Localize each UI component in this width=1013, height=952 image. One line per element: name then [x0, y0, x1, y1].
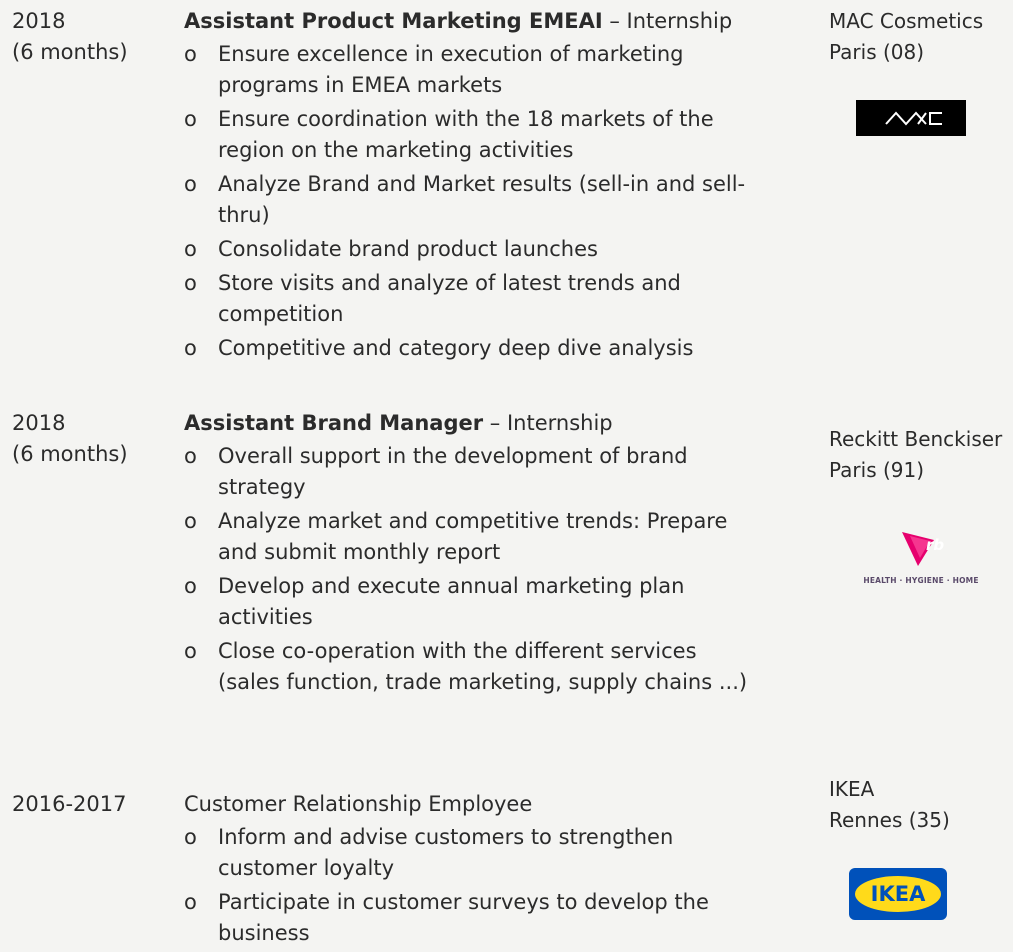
list-item: o Analyze market and competitive trends: … [184, 506, 754, 568]
rb-logo: rb HEALTH · HYGIENE · HOME [862, 530, 980, 590]
bullet-marker: o [184, 639, 197, 663]
bullet-marker: o [184, 336, 197, 360]
job-title: Assistant Product Marketing EMEAI – Inte… [184, 6, 732, 36]
bullet-marker: o [184, 825, 197, 849]
job-title: Assistant Brand Manager – Internship [184, 408, 613, 438]
bullet-marker: o [184, 172, 197, 196]
list-item: o Store visits and analyze of latest tren… [184, 268, 754, 330]
entry-date: 2016-2017 [12, 792, 127, 816]
responsibility-list: o Overall support in the development of … [184, 441, 754, 701]
bullet-marker: o [184, 237, 197, 261]
list-item: o Participate in customer surveys to deve… [184, 887, 754, 949]
job-type: – Internship [483, 411, 613, 435]
company-block: Reckitt Benckiser Paris (91) [829, 424, 1002, 486]
job-title-text: Assistant Brand Manager [184, 411, 484, 435]
ikea-logo-text: IKEA [871, 882, 926, 906]
company-location: Paris (91) [829, 458, 925, 482]
bullet-marker: o [184, 509, 197, 533]
rb-logo-tagline: HEALTH · HYGIENE · HOME [863, 576, 979, 585]
bullet-marker: o [184, 107, 197, 131]
company-location: Rennes (35) [829, 808, 950, 832]
job-type: – Internship [602, 9, 733, 33]
bullet-marker: o [184, 574, 197, 598]
list-item: o Competitive and category deep dive anal… [184, 333, 754, 364]
ikea-logo: IKEA [849, 868, 947, 920]
entry-date: 2018 (6 months) [12, 411, 128, 466]
bullet-marker: o [184, 42, 197, 66]
list-item: o Ensure coordination with the 18 markets… [184, 104, 754, 166]
entry-date: 2018 (6 months) [12, 9, 128, 64]
responsibility-list: o Inform and advise customers to strength… [184, 822, 754, 952]
job-title-text: Customer Relationship Employee [184, 792, 533, 816]
company-name: IKEA [829, 777, 875, 801]
list-item: o Close co-operation with the different s… [184, 636, 754, 698]
job-title-text: Assistant Product Marketing EMEAI [184, 9, 603, 33]
company-location: Paris (08) [829, 40, 925, 64]
list-item: o Consolidate brand product launches [184, 234, 754, 265]
responsibility-list: o Ensure excellence in execution of marke… [184, 39, 754, 367]
job-title: Customer Relationship Employee [184, 789, 532, 819]
bullet-marker: o [184, 271, 197, 295]
list-item: o Overall support in the development of … [184, 441, 754, 503]
list-item: o Ensure excellence in execution of marke… [184, 39, 754, 101]
company-name: Reckitt Benckiser [829, 427, 1003, 451]
list-item: o Develop and execute annual marketing pl… [184, 571, 754, 633]
company-block: MAC Cosmetics Paris (08) [829, 6, 983, 68]
svg-text:rb: rb [926, 536, 944, 554]
company-name: MAC Cosmetics [829, 9, 984, 33]
bullet-marker: o [184, 444, 197, 468]
list-item: o Inform and advise customers to strength… [184, 822, 754, 884]
company-block: IKEA Rennes (35) [829, 774, 950, 836]
mac-logo [856, 100, 966, 136]
bullet-marker: o [184, 890, 197, 914]
list-item: o Analyze Brand and Market results (sell-… [184, 169, 754, 231]
